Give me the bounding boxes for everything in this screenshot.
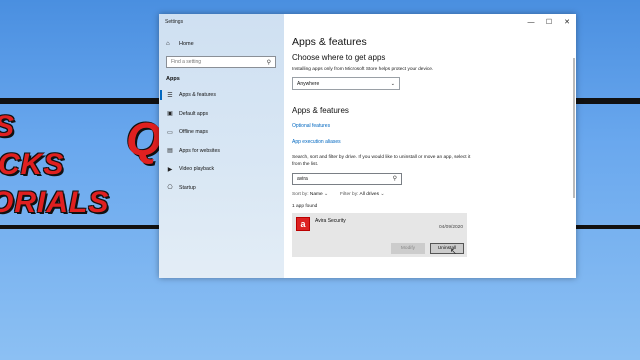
- page-title: Apps & features: [292, 36, 367, 48]
- avira-logo-icon: a: [296, 216, 310, 231]
- chevron-down-icon: ⌄: [324, 191, 329, 197]
- modify-button[interactable]: Modify: [391, 242, 425, 254]
- find-setting-input[interactable]: [171, 59, 261, 65]
- sidebar-item-apps-features[interactable]: ☰ Apps & features: [159, 86, 284, 105]
- app-source-dropdown[interactable]: Anywhere ⌄: [292, 77, 400, 91]
- title-bar[interactable]: Settings — ☐ ✕: [159, 14, 576, 30]
- sidebar-item-label: Home: [179, 41, 194, 47]
- choose-where-heading: Choose where to get apps: [292, 53, 386, 62]
- filter-by-value: All drives: [359, 191, 379, 197]
- sidebar-item-label: Apps for websites: [179, 147, 220, 154]
- search-icon[interactable]: ⚲: [393, 175, 397, 182]
- web-icon: ▤: [167, 148, 173, 155]
- sidebar-item-startup[interactable]: ⎔ Startup: [159, 179, 284, 198]
- sort-by-label: Sort by:: [292, 191, 309, 197]
- app-execution-aliases-link[interactable]: App execution aliases: [292, 139, 566, 145]
- app-count: 1 app found: [292, 203, 318, 209]
- app-search-box[interactable]: ⚲: [292, 172, 402, 185]
- sidebar-item-apps-for-websites[interactable]: ▤ Apps for websites: [159, 142, 284, 161]
- choose-where-description: Installing apps only from Microsoft Stor…: [292, 67, 434, 72]
- dropdown-value: Anywhere: [297, 80, 320, 87]
- background-art-text-1: S: [0, 110, 15, 144]
- sidebar-item-label: Video playback: [179, 166, 215, 173]
- home-icon: ⌂: [166, 41, 170, 47]
- app-install-date: 04/09/2020: [438, 224, 463, 230]
- optional-features-link[interactable]: Optional features: [292, 123, 566, 129]
- video-icon: ▶: [167, 166, 173, 173]
- mouse-cursor-icon: ↖: [450, 246, 457, 256]
- apps-features-heading: Apps & features: [292, 106, 349, 116]
- main-content: Apps & features Choose where to get apps…: [284, 14, 576, 278]
- list-item[interactable]: a Avira Security 04/09/2020 Modify Unins…: [292, 212, 467, 257]
- background-art-text-2: CKS: [0, 148, 65, 181]
- sidebar: ⌂ Home ⚲ Apps ☰ Apps & features ▣ Defaul…: [159, 14, 284, 278]
- sort-filter-row: Sort by: Name ⌄ Filter by: All drives ⌄: [292, 192, 566, 197]
- startup-icon: ⎔: [167, 185, 173, 192]
- close-button[interactable]: ✕: [558, 14, 576, 30]
- uninstall-button[interactable]: Uninstall: [430, 242, 464, 254]
- window-controls: — ☐ ✕: [522, 14, 576, 30]
- app-search-input[interactable]: [297, 175, 387, 182]
- map-icon: ▭: [167, 129, 173, 136]
- settings-window: Settings — ☐ ✕ ⌂ Home ⚲ Apps ☰ Apps & fe…: [159, 14, 576, 278]
- sidebar-item-label: Startup: [179, 184, 196, 191]
- sidebar-item-home[interactable]: ⌂ Home: [159, 38, 284, 50]
- sort-by-value: Name: [309, 191, 323, 197]
- sort-by-control[interactable]: Sort by: Name ⌄: [292, 192, 328, 197]
- background-art-text-3: ORIALS: [0, 186, 110, 219]
- sidebar-item-default-apps[interactable]: ▣ Default apps: [159, 105, 284, 124]
- sidebar-section-apps: Apps: [166, 76, 180, 82]
- filter-by-control[interactable]: Filter by: All drives ⌄: [340, 192, 384, 197]
- maximize-button[interactable]: ☐: [540, 14, 558, 30]
- sidebar-item-label: Offline maps: [179, 129, 209, 136]
- chevron-down-icon: ⌄: [390, 80, 395, 87]
- list-icon: ☰: [167, 92, 173, 99]
- search-description: Search, sort and filter by drive. If you…: [292, 155, 471, 168]
- minimize-button[interactable]: —: [522, 14, 540, 30]
- default-apps-icon: ▣: [167, 111, 173, 118]
- find-setting-search-box[interactable]: ⚲: [166, 56, 276, 68]
- sidebar-item-label: Default apps: [179, 110, 209, 117]
- sidebar-item-label: Apps & features: [179, 92, 216, 99]
- window-title: Settings: [165, 19, 184, 25]
- sidebar-item-offline-maps[interactable]: ▭ Offline maps: [159, 123, 284, 142]
- search-icon[interactable]: ⚲: [267, 59, 271, 66]
- scrollbar[interactable]: [573, 58, 575, 198]
- sidebar-item-video-playback[interactable]: ▶ Video playback: [159, 160, 284, 179]
- filter-by-label: Filter by:: [340, 191, 359, 197]
- app-name: Avira Security: [315, 217, 346, 224]
- chevron-down-icon: ⌄: [380, 191, 385, 197]
